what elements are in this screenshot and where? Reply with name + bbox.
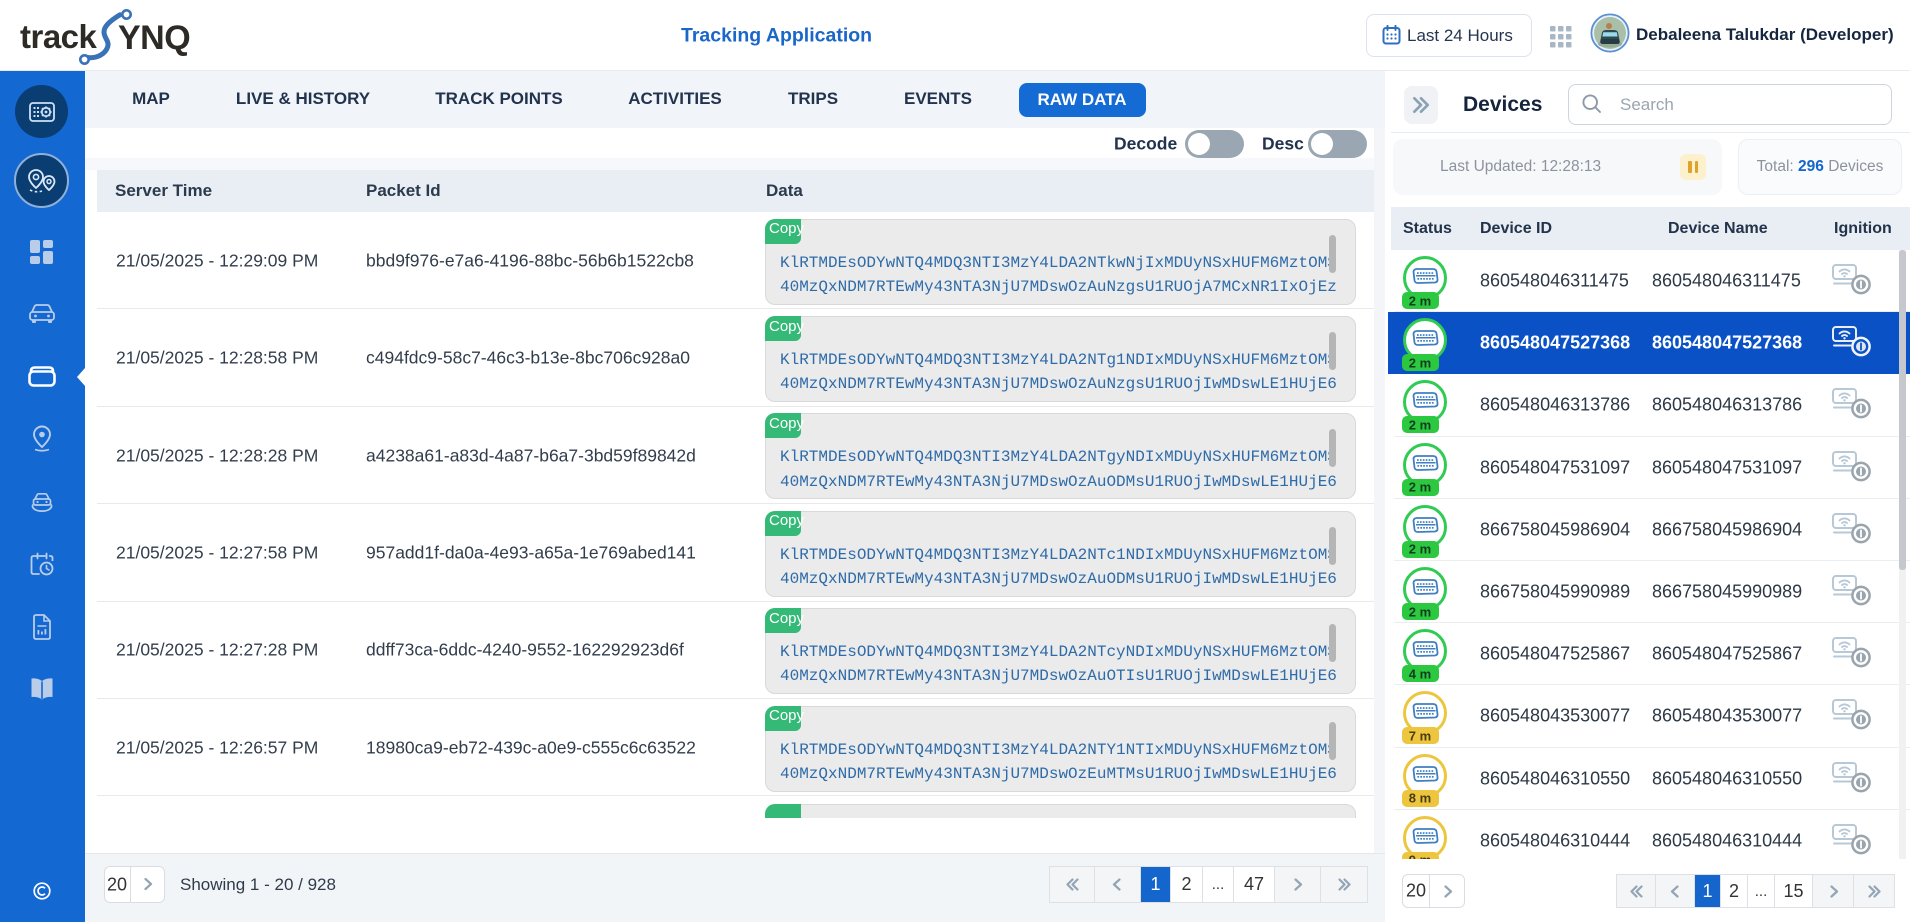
svg-text:YNQ: YNQ: [118, 19, 190, 57]
svg-text:track: track: [20, 18, 98, 55]
